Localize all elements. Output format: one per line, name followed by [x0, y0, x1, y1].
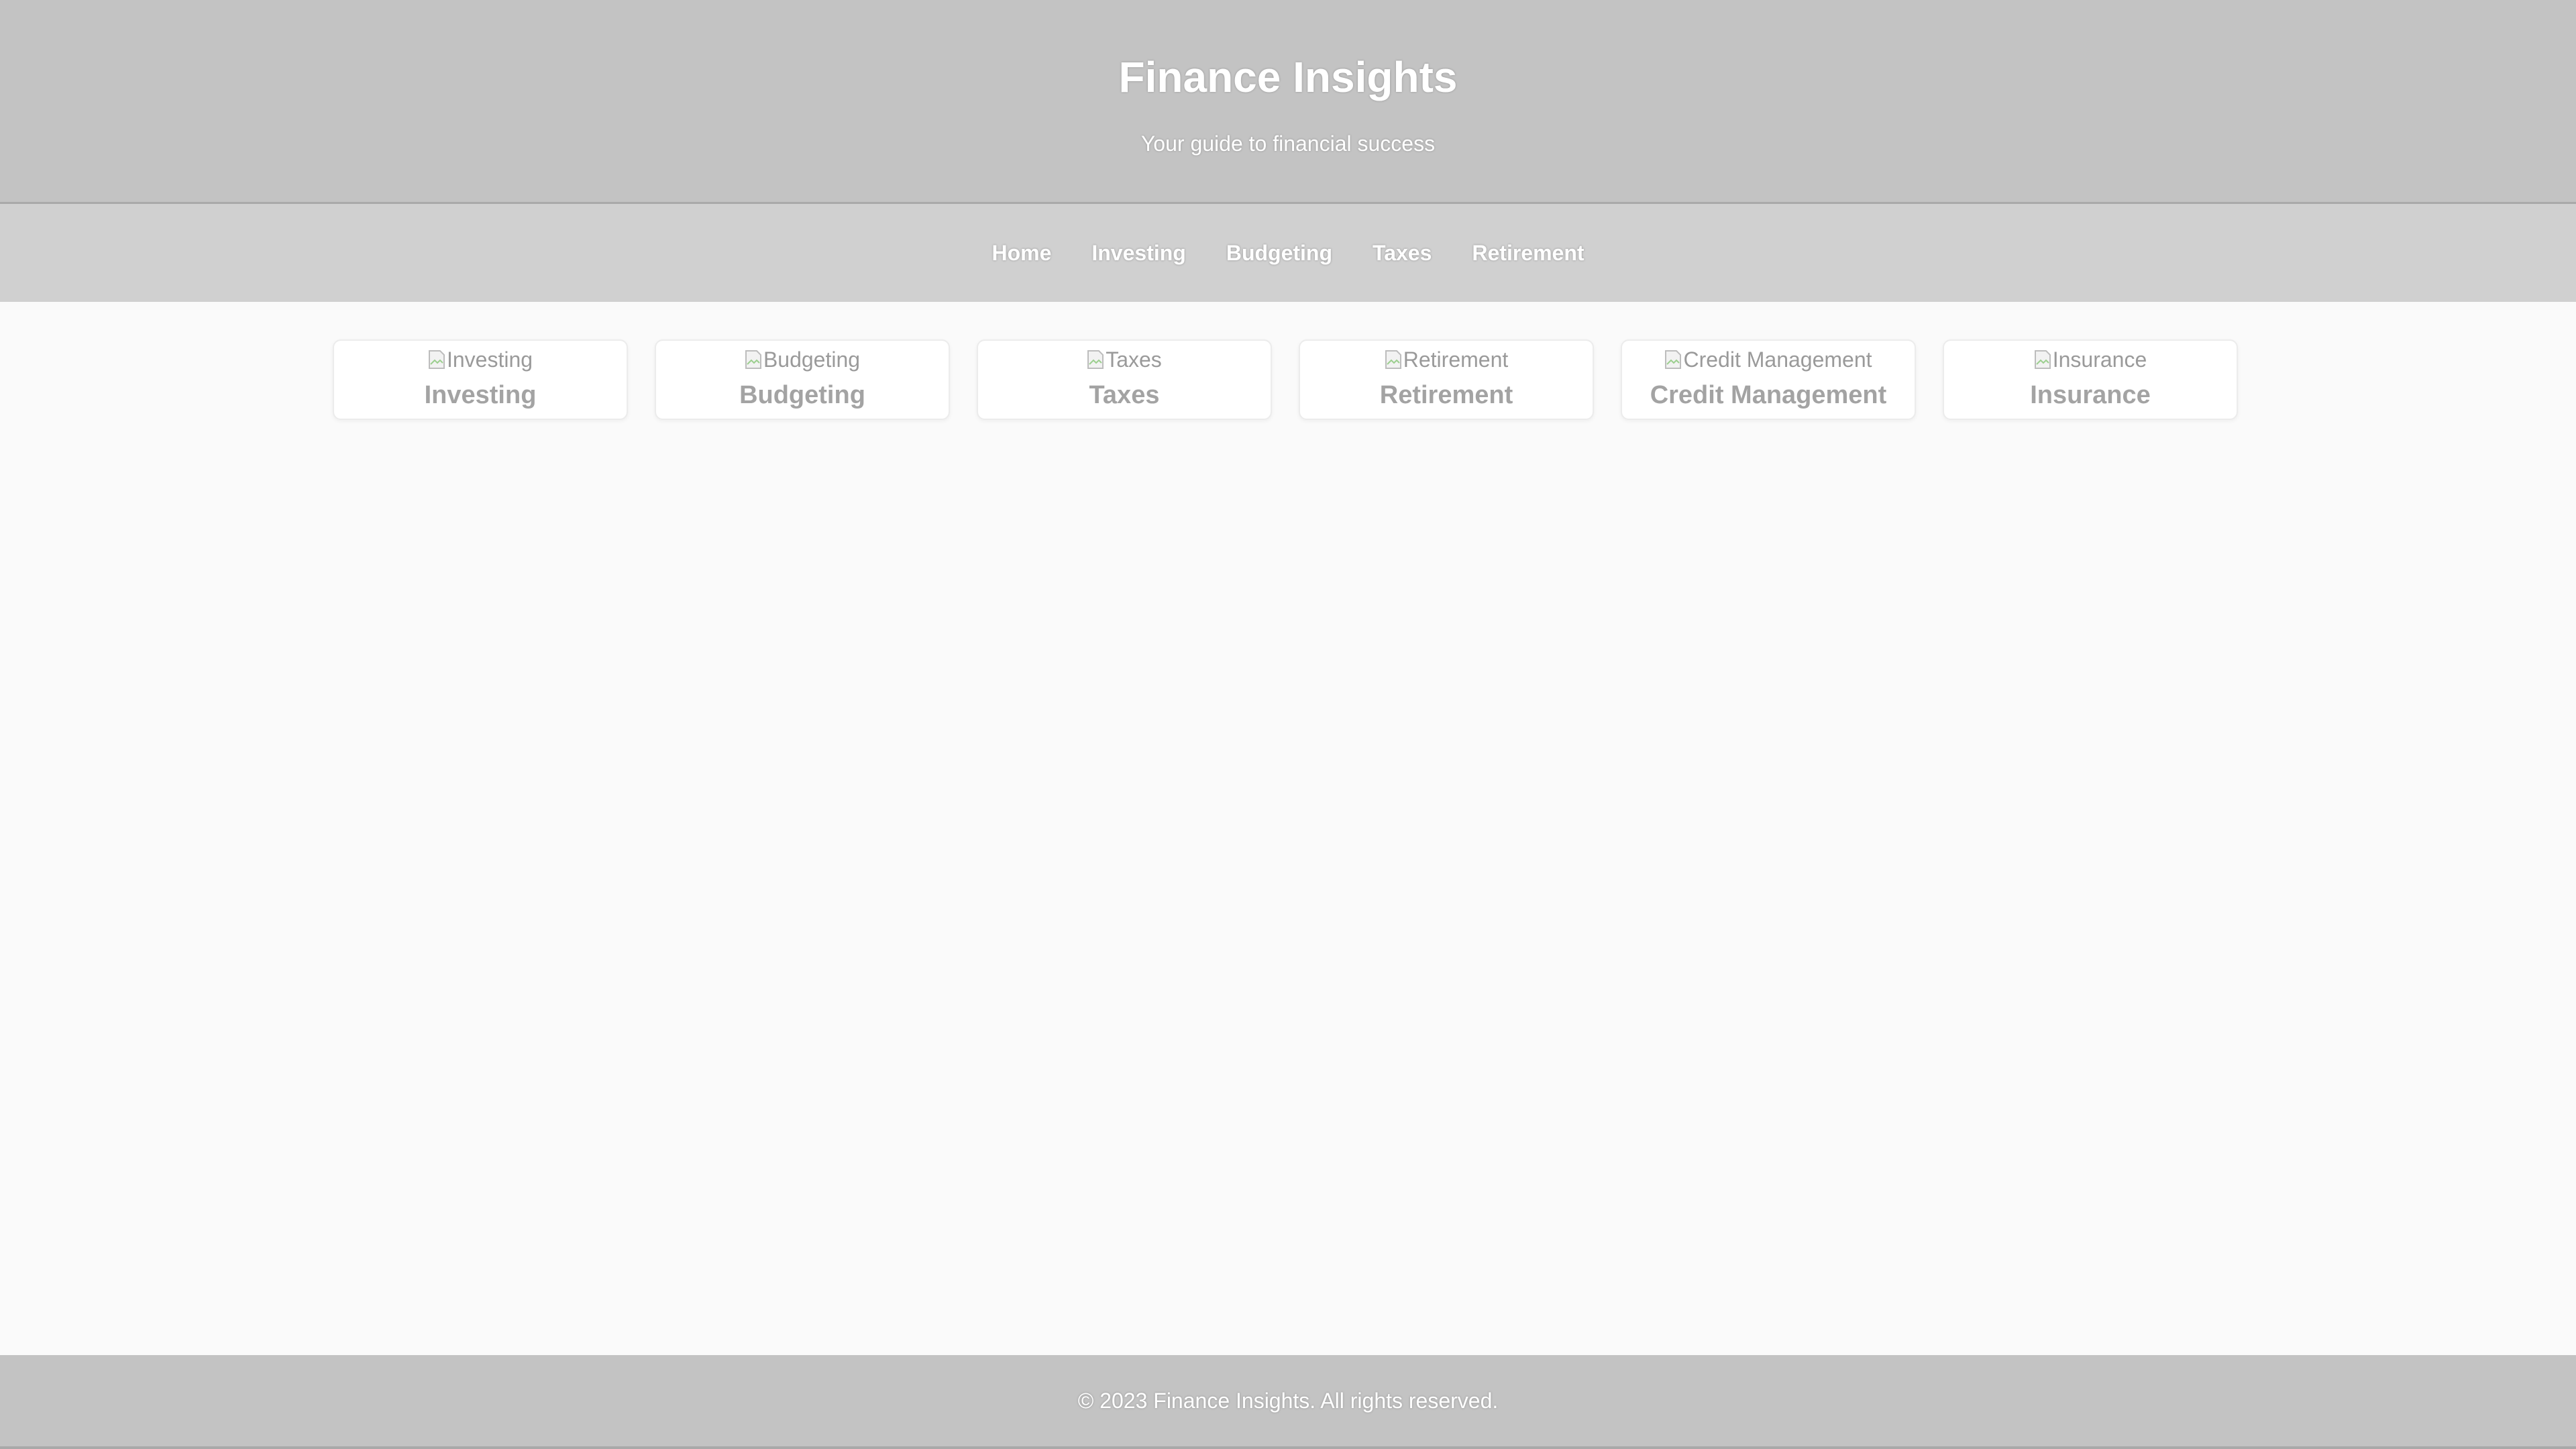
- site-header: Finance Insights Your guide to financial…: [0, 0, 2576, 204]
- nav-link-home[interactable]: Home: [971, 241, 1071, 266]
- card-image: Retirement: [1300, 347, 1593, 372]
- main-nav: Home Investing Budgeting Taxes Retiremen…: [0, 204, 2576, 302]
- card-image-alt: Insurance: [2052, 347, 2147, 372]
- topic-card-budgeting[interactable]: Budgeting Budgeting: [655, 339, 950, 420]
- broken-image-icon: [1665, 350, 1682, 369]
- broken-image-icon: [1087, 350, 1104, 369]
- site-footer: © 2023 Finance Insights. All rights rese…: [0, 1355, 2576, 1449]
- card-title: Budgeting: [739, 381, 865, 409]
- site-title: Finance Insights: [1118, 53, 1458, 101]
- broken-image-icon: [428, 350, 445, 369]
- card-title: Taxes: [1089, 381, 1160, 409]
- site-tagline: Your guide to financial success: [1140, 131, 1436, 156]
- card-image: Taxes: [978, 347, 1271, 372]
- card-image: Insurance: [1944, 347, 2237, 372]
- card-image-alt: Budgeting: [763, 347, 861, 372]
- topic-cards: Investing Investing Budgeting Budgeting …: [333, 339, 2243, 421]
- topic-card-taxes[interactable]: Taxes Taxes: [977, 339, 1272, 420]
- card-image-alt: Credit Management: [1683, 347, 1872, 372]
- topic-card-insurance[interactable]: Insurance Insurance: [1943, 339, 2238, 420]
- topic-card-credit-management[interactable]: Credit Management Credit Management: [1621, 339, 1916, 420]
- card-image-alt: Retirement: [1403, 347, 1509, 372]
- topic-card-retirement[interactable]: Retirement Retirement: [1299, 339, 1594, 420]
- card-title: Investing: [424, 381, 537, 409]
- card-title: Insurance: [2030, 381, 2151, 409]
- topic-card-investing[interactable]: Investing Investing: [333, 339, 628, 420]
- card-image: Budgeting: [656, 347, 949, 372]
- card-image-alt: Taxes: [1106, 347, 1162, 372]
- broken-image-icon: [745, 350, 761, 369]
- card-image: Credit Management: [1622, 347, 1915, 372]
- card-title: Retirement: [1379, 381, 1513, 409]
- broken-image-icon: [1385, 350, 1401, 369]
- nav-link-investing[interactable]: Investing: [1071, 241, 1205, 266]
- nav-link-retirement[interactable]: Retirement: [1452, 241, 1604, 266]
- card-image-alt: Investing: [446, 347, 533, 372]
- page: Finance Insights Your guide to financial…: [0, 0, 2576, 1449]
- broken-image-icon: [2034, 350, 2051, 369]
- copyright-text: © 2023 Finance Insights. All rights rese…: [1077, 1388, 1499, 1413]
- card-image: Investing: [334, 347, 627, 372]
- card-title: Credit Management: [1650, 381, 1887, 409]
- nav-link-budgeting[interactable]: Budgeting: [1206, 241, 1352, 266]
- nav-link-taxes[interactable]: Taxes: [1352, 241, 1452, 266]
